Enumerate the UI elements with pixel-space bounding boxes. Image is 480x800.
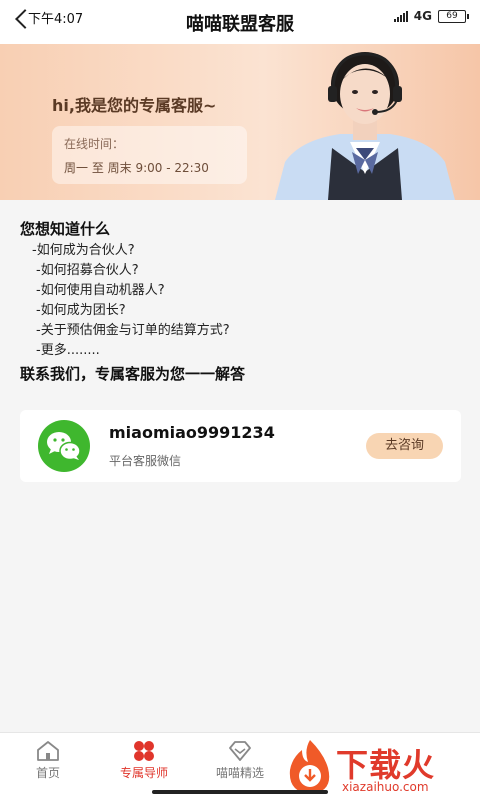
customer-service-agent-image (275, 52, 455, 200)
nav-label-mentor: 专属导师 (119, 766, 168, 780)
faq-item: -关于预估佣金与订单的结算方式? (36, 323, 230, 338)
service-banner: hi,我是您的专属客服~ 在线时间： 周一 至 周末 9:00 - 22:30 (0, 44, 480, 200)
faq-item: -如何成为团长? (36, 303, 126, 318)
consult-button[interactable]: 去咨询 (366, 433, 443, 459)
contact-prompt: 联系我们，专属客服为您一一解答 (20, 365, 246, 383)
faq-item: -如何成为合伙人? (32, 243, 135, 258)
wechat-icon (38, 420, 90, 472)
faq-list: -如何成为合伙人? -如何招募合伙人? -如何使用自动机器人? -如何成为团长?… (20, 241, 460, 361)
clover-icon (134, 741, 154, 761)
watermark-url: xiazaihuo.com (342, 780, 429, 794)
flame-icon (289, 740, 330, 794)
top-bar: 下午4:07 喵喵联盟客服 4G 69 (0, 0, 480, 44)
faq-item: -如何招募合伙人? (36, 263, 139, 278)
nav-label-home: 首页 (35, 766, 60, 780)
status-indicators: 4G 69 (393, 9, 469, 23)
online-hours-box: 在线时间： 周一 至 周末 9:00 - 22:30 (52, 126, 247, 184)
nav-label-selection: 喵喵精选 (215, 766, 264, 780)
banner-greeting: hi,我是您的专属客服~ (52, 96, 217, 115)
nav-item-mentor[interactable]: 专属导师 (96, 733, 192, 783)
nav-item-selection[interactable]: 喵喵精选 (192, 733, 288, 783)
wechat-contact-card: miaomiao9991234 平台客服微信 去咨询 (20, 410, 461, 482)
faq-title: 您想知道什么 (20, 220, 111, 238)
home-icon (37, 741, 59, 761)
wechat-account-description: 平台客服微信 (109, 454, 182, 468)
faq-item: -更多........ (36, 343, 100, 358)
battery-icon: 69 (438, 9, 469, 23)
watermark-logo: 下载火 xiazaihuo.com (284, 738, 474, 798)
home-indicator (152, 790, 328, 794)
wechat-account-id: miaomiao9991234 (109, 423, 275, 442)
online-hours-value: 周一 至 周末 9:00 - 22:30 (64, 161, 209, 175)
signal-icon (393, 10, 408, 22)
diamond-icon (229, 741, 251, 761)
faq-section: 您想知道什么 -如何成为合伙人? -如何招募合伙人? -如何使用自动机器人? -… (20, 218, 460, 384)
online-hours-label: 在线时间： (64, 137, 125, 151)
faq-item: -如何使用自动机器人? (36, 283, 165, 298)
nav-item-home[interactable]: 首页 (0, 733, 96, 783)
network-type: 4G (413, 9, 432, 23)
